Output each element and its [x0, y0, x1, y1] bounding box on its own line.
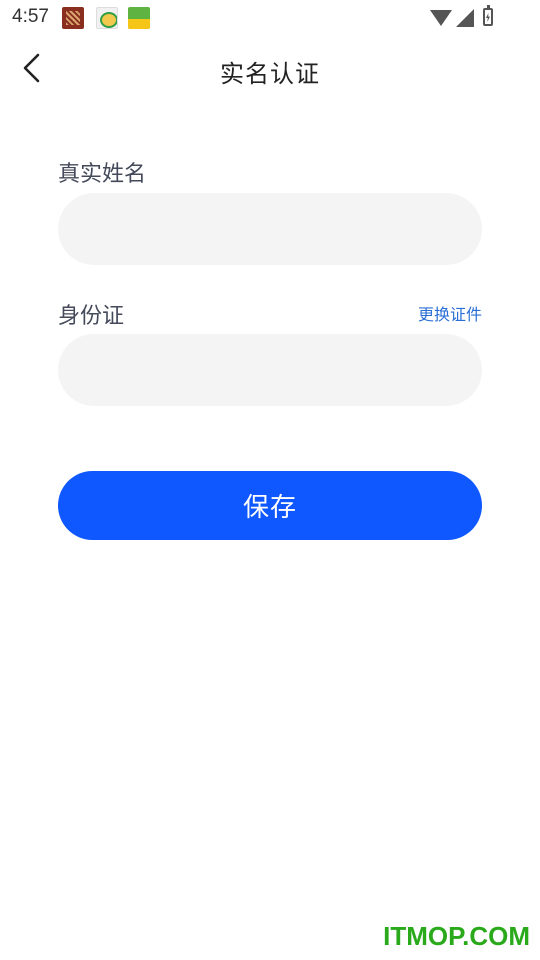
page: 4:57 实名认证 真实姓名 身份证 更换证件 保存 ITMOP.COM: [0, 0, 540, 960]
status-icons: [430, 5, 500, 28]
app-notification-icon: [128, 7, 150, 29]
status-time: 4:57: [12, 6, 49, 27]
header: 实名认证: [0, 36, 540, 102]
battery-charging-icon: [483, 5, 493, 26]
app-notification-icon: [62, 7, 84, 29]
page-title: 实名认证: [220, 60, 320, 88]
signal-icon: [456, 9, 474, 27]
wifi-icon: [430, 10, 452, 26]
id-card-input[interactable]: [58, 334, 482, 406]
change-document-link[interactable]: 更换证件: [418, 301, 482, 325]
real-name-input[interactable]: [58, 193, 482, 265]
watermark: ITMOP.COM: [383, 921, 530, 951]
status-bar: 4:57: [0, 0, 540, 36]
real-name-label: 真实姓名: [58, 162, 147, 187]
app-notification-icon: [96, 7, 118, 29]
id-card-label: 身份证: [58, 304, 125, 329]
save-button[interactable]: 保存: [58, 471, 482, 540]
